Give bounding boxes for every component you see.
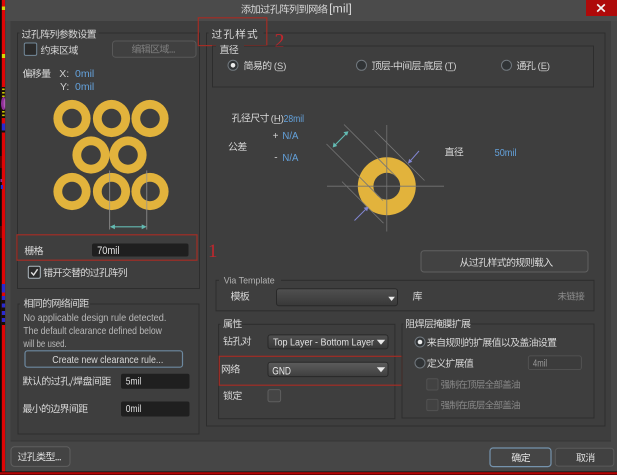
svg-text:N/A: N/A	[282, 130, 298, 142]
svg-text:(E): (E)	[538, 61, 550, 71]
svg-text:X:: X:	[59, 68, 69, 80]
svg-text:70mil: 70mil	[97, 245, 119, 257]
svg-text:GND: GND	[272, 366, 291, 378]
svg-text:28mil: 28mil	[284, 113, 305, 125]
svg-text:0mil: 0mil	[75, 68, 94, 80]
svg-text:2: 2	[275, 30, 285, 52]
svg-text:50mil: 50mil	[495, 147, 517, 159]
svg-text:will be used.: will be used.	[23, 339, 67, 350]
svg-text:1: 1	[208, 241, 218, 262]
svg-text:[mil]: [mil]	[329, 4, 352, 16]
svg-text:+: +	[273, 131, 279, 142]
svg-text:0mil: 0mil	[126, 403, 142, 415]
svg-text:Y:: Y:	[60, 81, 69, 93]
svg-text:(T): (T)	[445, 61, 457, 71]
svg-text:(H): (H)	[271, 113, 284, 124]
svg-text:The default clearance defined: The default clearance defined below	[23, 326, 162, 337]
svg-text:-: -	[274, 153, 277, 164]
svg-text:Top Layer - Bottom Layer: Top Layer - Bottom Layer	[273, 338, 375, 349]
svg-text:N/A: N/A	[282, 152, 298, 164]
svg-text:5mil: 5mil	[126, 375, 142, 387]
svg-text:No applicable design rule dete: No applicable design rule detected.	[23, 313, 166, 324]
svg-text:4mil: 4mil	[533, 359, 547, 370]
svg-text:(S): (S)	[274, 61, 286, 71]
svg-text:Via Template: Via Template	[224, 275, 275, 285]
svg-text:Create new clearance rule...: Create new clearance rule...	[52, 355, 163, 366]
svg-text:0mil: 0mil	[75, 81, 94, 93]
